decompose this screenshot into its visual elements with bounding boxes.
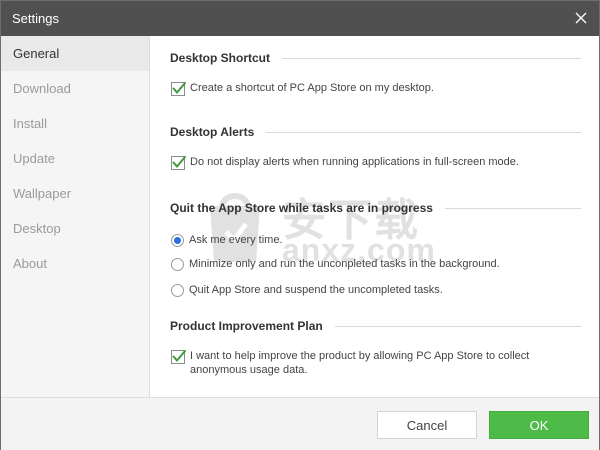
ok-button[interactable]: OK [489,411,589,439]
sidebar-item-wallpaper[interactable]: Wallpaper [1,176,149,211]
alerts-option-label: Do not display alerts when running appli… [190,156,519,168]
sidebar-item-download[interactable]: Download [1,71,149,106]
section-product-improvement: Product Improvement Plan [170,318,581,334]
improvement-line-1: I want to help improve the product by al… [190,350,530,362]
section-title: Quit the App Store while tasks are in pr… [170,201,433,215]
shield-bag-icon [210,193,260,262]
shortcut-option-label: Create a shortcut of PC App Store on my … [190,82,434,94]
quit-option-minimize[interactable]: Minimize only and run the unconpleted ta… [171,257,581,271]
title-bar[interactable]: Settings [1,1,599,36]
dialog-footer: Cancel OK [1,397,599,450]
checkmark-icon [172,82,186,95]
sidebar-item-about[interactable]: About [1,246,149,281]
improvement-option[interactable]: I want to help improve the product by al… [171,349,581,377]
cancel-button[interactable]: Cancel [377,411,477,439]
section-divider [444,207,581,209]
close-button[interactable] [567,4,595,32]
settings-sidebar: General Download Install Update Wallpape… [1,36,150,397]
sidebar-item-desktop[interactable]: Desktop [1,211,149,246]
close-icon [575,12,587,24]
section-divider [282,57,581,59]
section-divider [334,325,581,327]
radio-label: Ask me every time. [189,234,283,246]
radio-quit-suspend[interactable] [171,284,184,297]
sidebar-item-update[interactable]: Update [1,141,149,176]
general-settings-panel: Desktop Shortcut Create a shortcut of PC… [150,36,599,397]
section-title: Desktop Shortcut [170,51,271,65]
sidebar-item-install[interactable]: Install [1,106,149,141]
section-title: Desktop Alerts [170,125,255,139]
radio-ask-every-time[interactable] [171,234,184,247]
window-title: Settings [12,11,59,26]
section-desktop-alerts: Desktop Alerts [170,124,581,140]
improvement-checkbox[interactable] [171,350,186,364]
section-divider [266,131,581,133]
improvement-option-label: I want to help improve the product by al… [190,349,529,377]
checkmark-icon [172,350,186,363]
alerts-checkbox[interactable] [171,156,186,170]
quit-option-suspend[interactable]: Quit App Store and suspend the uncomplet… [171,283,581,297]
sidebar-item-general[interactable]: General [1,36,149,71]
settings-window: Settings General Download Install Update… [0,0,600,450]
alerts-option[interactable]: Do not display alerts when running appli… [171,155,581,170]
radio-label: Minimize only and run the unconpleted ta… [189,258,500,270]
section-desktop-shortcut: Desktop Shortcut [170,50,581,66]
quit-option-ask[interactable]: Ask me every time. [171,233,581,247]
shortcut-checkbox[interactable] [171,82,186,96]
improvement-line-2: anonymous usage data. [190,364,308,376]
radio-label: Quit App Store and suspend the uncomplet… [189,284,443,296]
section-title: Product Improvement Plan [170,319,323,333]
shortcut-option[interactable]: Create a shortcut of PC App Store on my … [171,81,581,96]
radio-minimize[interactable] [171,258,184,271]
section-quit-behavior: Quit the App Store while tasks are in pr… [170,200,581,216]
checkmark-icon [172,156,186,169]
